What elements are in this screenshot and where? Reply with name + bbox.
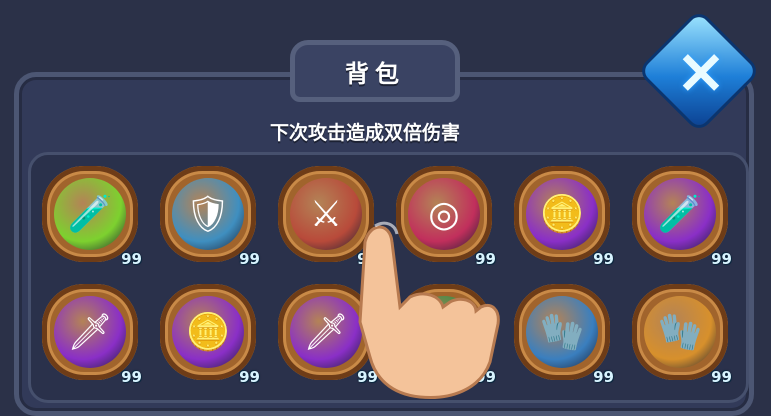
golden-glove-icon: 🧤 [644, 296, 716, 368]
close-icon: × [675, 34, 727, 107]
page-title: 背包 [345, 59, 405, 88]
inventory-slot[interactable]: 🪙 99 [160, 284, 260, 386]
inventory-slot[interactable]: 🧤99 [632, 284, 732, 386]
item-count: 99 [711, 368, 732, 386]
gold-coin-icon: 🪙 [526, 178, 598, 250]
inventory-slot[interactable]: 🧤99 [514, 284, 614, 386]
item-count: 99 [593, 250, 614, 268]
title-tab: 背包 [290, 40, 460, 102]
item-count: 99 [593, 368, 614, 386]
inventory-slot[interactable]: 🧪 99 [632, 166, 732, 268]
red-potion-icon: 🧪 [54, 178, 126, 250]
broken-sword-icon: 🗡 [54, 296, 126, 368]
item-count: 99 [239, 368, 260, 386]
close-button[interactable]: × [641, 8, 758, 129]
item-description: 下次攻击造成双倍伤害 [269, 122, 460, 144]
gold-coin-icon: 🪙 [172, 296, 244, 368]
item-count: 99 [121, 250, 142, 268]
pointing-hand-icon [358, 221, 500, 400]
inventory-slot[interactable]: 🛡 99 [160, 166, 260, 268]
inventory-slot[interactable]: 🗡 99 [42, 284, 142, 386]
item-count: 99 [121, 368, 142, 386]
potion-boost-icon: 🧪 [644, 178, 716, 250]
inventory-slot[interactable]: 🧪 99 [42, 166, 142, 268]
shield-icon: 🛡 [172, 178, 244, 250]
inventory-slot[interactable]: 🪙 99 [514, 166, 614, 268]
item-count: 99 [711, 250, 732, 268]
armor-glove-icon: 🧤 [526, 296, 598, 368]
item-count: 99 [239, 250, 260, 268]
